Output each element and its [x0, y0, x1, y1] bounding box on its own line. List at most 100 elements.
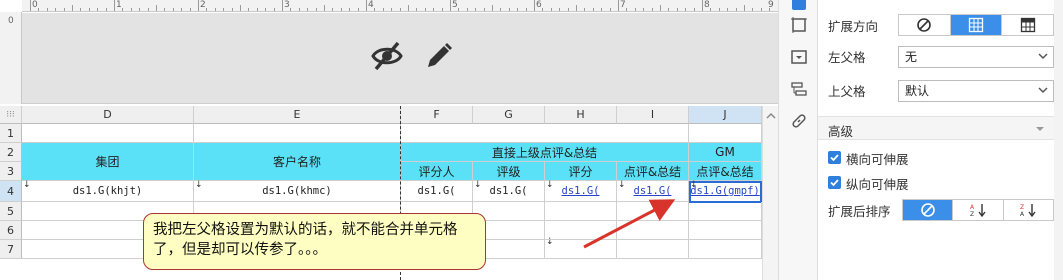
cell-e2-customer-name[interactable]: 客户名称 [194, 143, 401, 181]
ruler-tick [248, 8, 250, 11]
ruler-mark: 6 [536, 0, 542, 10]
col-header-h[interactable]: H [545, 106, 617, 124]
advanced-section-header[interactable]: 高级 [818, 116, 1054, 140]
left-parent-label: 左父格 [828, 50, 866, 65]
cell-element-icon[interactable] [790, 0, 808, 12]
ruler-tick [660, 5, 661, 11]
frame-icon[interactable] [790, 16, 808, 34]
cell-empty[interactable] [545, 221, 617, 240]
cell-i3-comment[interactable]: 点评&总结 [617, 162, 689, 181]
advanced-label: 高级 [828, 124, 854, 139]
row-header-4[interactable]: 4 [0, 181, 22, 202]
cell-j1[interactable] [689, 124, 762, 143]
sort-none-option[interactable] [903, 200, 954, 220]
ruler-tick [710, 8, 712, 11]
cell-j3-comment[interactable]: 点评&总结 [689, 162, 762, 181]
horizontal-stretch-checkbox[interactable] [828, 151, 841, 164]
cell-h3-score[interactable]: 评分 [545, 162, 617, 181]
ruler-tick [189, 8, 191, 11]
ruler-tick [517, 8, 519, 11]
ruler-tick [30, 0, 31, 11]
top-parent-label: 上父格 [828, 84, 866, 99]
check-icon [830, 154, 839, 162]
cell-g3-grade[interactable]: 评级 [473, 162, 545, 181]
cell-empty[interactable] [689, 202, 762, 221]
expand-vertical-option[interactable] [950, 15, 1003, 35]
col-header-j[interactable]: J [689, 106, 762, 124]
cell-f2-direct-supervisor[interactable]: 直接上级点评&总结 [401, 143, 689, 162]
col-header-e[interactable]: E [194, 106, 401, 124]
property-tab-strip [778, 0, 818, 280]
eye-off-icon[interactable] [370, 39, 404, 73]
cell-i4[interactable]: ds1.G( [617, 181, 689, 202]
cell-empty[interactable] [689, 221, 762, 240]
ruler-tick [643, 8, 645, 11]
cell-empty[interactable] [545, 240, 617, 259]
ruler-tick [97, 8, 99, 11]
ruler-tick [525, 8, 527, 11]
horizontal-ruler: 0 1 2 3 4 5 6 7 8 9 [22, 0, 778, 12]
ruler-mark: 8 [704, 0, 710, 10]
report-designer: 0 1 2 3 4 5 6 7 8 9 0 ⁝⁝⁝ D E F G H I J … [0, 0, 778, 280]
sort-ascending-option[interactable]: AZ [953, 200, 1004, 220]
col-header-i[interactable]: I [617, 106, 689, 124]
col-header-g[interactable]: G [473, 106, 545, 124]
cell-f1-i1[interactable] [401, 124, 689, 143]
sort-descending-option[interactable]: ZA [1004, 200, 1053, 220]
col-header-f[interactable]: F [401, 106, 473, 124]
ruler-tick [483, 8, 485, 11]
cell-j2-gm[interactable]: GM [689, 143, 762, 162]
ruler-tick [256, 8, 258, 11]
cell-d4[interactable]: ds1.G(khjt) [22, 181, 194, 202]
callout-text: 我把左父格设置为默认的话，就不能合并单元格了，但是却可以传参了。。。 [153, 222, 458, 258]
vertical-scrollbar[interactable] [762, 106, 778, 280]
row-header-3[interactable]: 3 [0, 162, 22, 181]
cell-f4[interactable]: ds1.G( [401, 181, 473, 202]
row-header-2[interactable]: 2 [0, 143, 22, 162]
ruler-tick [693, 8, 695, 11]
expand-horizontal-option[interactable] [1002, 15, 1053, 35]
cell-selection-outline [689, 181, 762, 203]
svg-text:A: A [970, 204, 975, 211]
cell-g4[interactable]: ds1.G( [473, 181, 545, 202]
ruler-tick [130, 8, 132, 11]
row-header-7[interactable]: 7 [0, 240, 22, 259]
cell-empty[interactable] [617, 221, 689, 240]
grid-corner[interactable]: ⁝⁝⁝ [0, 106, 22, 124]
expand-direction-selector[interactable] [898, 14, 1054, 36]
top-parent-select[interactable]: 默认 [898, 80, 1054, 102]
cell-d2-group[interactable]: 集团 [22, 143, 194, 181]
ruler-tick [332, 8, 334, 11]
cell-empty[interactable] [617, 202, 689, 221]
row-header-1[interactable]: 1 [0, 124, 22, 143]
cell-h4[interactable]: ds1.G( [545, 181, 617, 202]
ruler-tick [626, 8, 628, 11]
grid-horizontal-icon [1020, 17, 1035, 33]
pencil-icon[interactable] [422, 39, 456, 73]
sort-selector[interactable]: AZ ZA [902, 199, 1054, 221]
cell-d1[interactable] [22, 124, 194, 143]
hierarchy-icon[interactable] [790, 80, 808, 98]
page-header-band[interactable] [22, 13, 778, 104]
widget-icon[interactable] [790, 48, 808, 66]
cell-empty[interactable] [545, 202, 617, 221]
expand-none-option[interactable] [899, 15, 951, 35]
cell-empty[interactable] [617, 240, 689, 259]
cell-f3-rater[interactable]: 评分人 [401, 162, 473, 181]
row-header-6[interactable]: 6 [0, 221, 22, 240]
col-header-d[interactable]: D [22, 106, 194, 124]
ruler-tick [727, 8, 729, 11]
sort-after-expand-label: 扩展后排序 [828, 204, 891, 219]
link-icon[interactable] [790, 112, 808, 130]
ruler-tick [105, 8, 107, 11]
cell-empty[interactable] [689, 240, 762, 259]
cell-e1[interactable] [194, 124, 401, 143]
vertical-stretch-checkbox[interactable] [828, 176, 841, 189]
ruler-tick [542, 8, 544, 11]
panel-scrollbar[interactable] [1054, 0, 1063, 280]
left-parent-select[interactable]: 无 [898, 46, 1054, 68]
cell-e4[interactable]: ds1.G(khmc) [194, 181, 401, 202]
row-header-5[interactable]: 5 [0, 202, 22, 221]
ruler-tick [231, 8, 233, 11]
ruler-tick [567, 8, 569, 11]
